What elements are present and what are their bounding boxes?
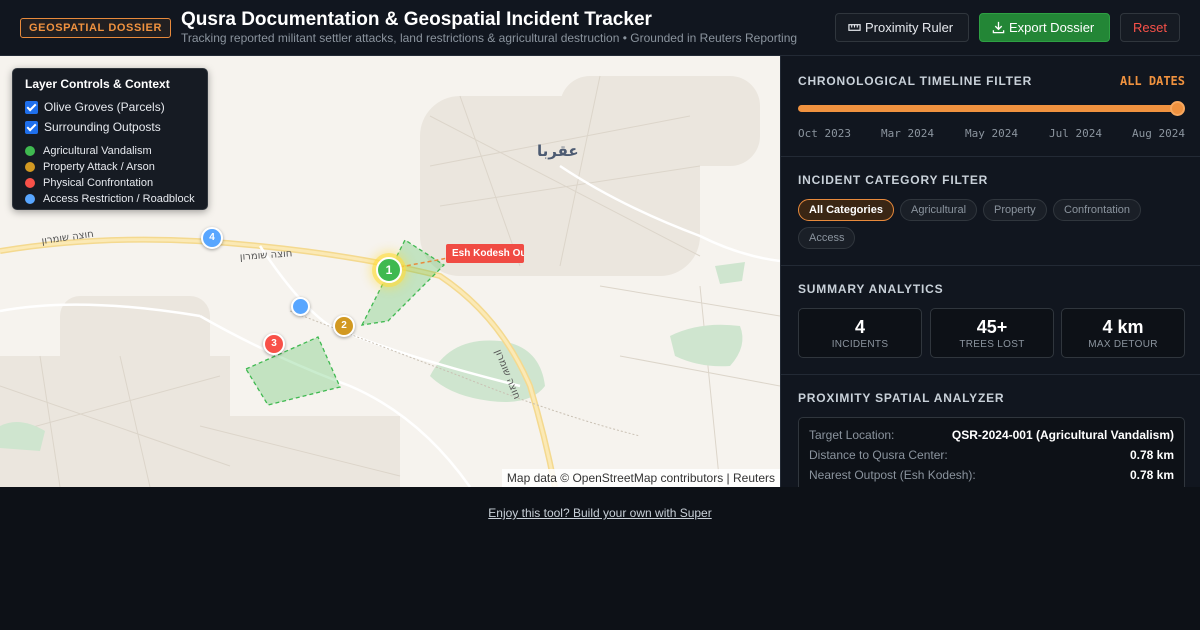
proximity-row: Nearest Outpost (Esh Kodesh): 0.78 km [809,466,1174,484]
map-legend: Agricultural Vandalism Property Attack /… [25,143,195,207]
incident-marker-2[interactable]: 2 [333,315,355,337]
timeline-tick: Jul 2024 [1049,127,1102,140]
chip-property[interactable]: Property [983,199,1047,221]
outposts-toggle[interactable]: Surrounding Outposts [25,117,195,137]
stat-value: 45+ [976,317,1008,337]
legend-item: Access Restriction / Roadblock [25,191,195,207]
map-attribution: Map data © OpenStreetMap contributors | … [501,469,780,487]
legend-dot-icon [25,178,35,188]
ruler-icon [848,24,861,31]
legend-item: Physical Confrontation [25,175,195,191]
category-title: INCIDENT CATEGORY FILTER [798,173,989,187]
proximity-value: QSR-2024-001 (Agricultural Vandalism) [951,428,1174,442]
timeline-tick: Aug 2024 [1132,127,1185,140]
incident-marker-1[interactable]: 1 [376,257,402,283]
reset-button[interactable]: Reset [1120,13,1180,42]
page-subtitle: Tracking reported militant settler attac… [181,31,798,45]
incident-marker-4[interactable]: 4 [201,227,223,249]
summary-title: SUMMARY ANALYTICS [798,282,944,296]
checkbox-icon[interactable] [25,100,38,114]
export-dossier-label: Export Dossier [1009,20,1095,35]
legend-dot-icon [25,194,35,204]
timeline-status: ALL DATES [1119,74,1185,88]
summary-section: SUMMARY ANALYTICS 4 INCIDENTS 45+ TREES … [781,266,1200,375]
proximity-section: PROXIMITY SPATIAL ANALYZER Target Locati… [781,375,1200,487]
page-title: Qusra Documentation & Geospatial Inciden… [181,9,652,30]
legend-label: Physical Confrontation [43,177,154,189]
proximity-title: PROXIMITY SPATIAL ANALYZER [798,391,1005,405]
incident-map[interactable]: عقربا חוצה שומרון חוצה שומרון חוצה שומרו… [0,56,780,487]
stat-card-trees: 45+ TREES LOST [930,308,1054,358]
legend-label: Agricultural Vandalism [43,145,152,157]
stat-card-detour: 4 km MAX DETOUR [1061,308,1185,358]
analysis-sidebar: CHRONOLOGICAL TIMELINE FILTER ALL DATES … [780,56,1200,487]
outpost-label[interactable]: Esh Kodesh Outpost [446,244,524,263]
timeline-filter-section: CHRONOLOGICAL TIMELINE FILTER ALL DATES … [781,56,1200,157]
legend-label: Access Restriction / Roadblock [43,193,195,205]
proximity-ruler-label: Proximity Ruler [865,20,954,35]
app-header: GEOSPATIAL DOSSIER Qusra Documentation &… [0,0,1200,56]
proximity-row: Target Location: QSR-2024-001 (Agricultu… [809,426,1174,444]
legend-dot-icon [25,146,35,156]
proximity-value: 0.78 km [1129,468,1174,482]
proximity-value: 0.78 km [1129,448,1174,462]
stat-value: 4 [854,317,865,337]
legend-dot-icon [25,162,35,172]
proximity-key: Target Location: [809,428,895,442]
town-label: عقربا [537,142,579,160]
timeline-title: CHRONOLOGICAL TIMELINE FILTER [798,74,1033,88]
proximity-row: Distance to Qusra Center: 0.78 km [809,446,1174,464]
chip-agricultural[interactable]: Agricultural [900,199,978,221]
footer: Enjoy this tool? Build your own with Sup… [0,506,1200,520]
timeline-tick: May 2024 [965,127,1018,140]
legend-label: Property Attack / Arson [43,161,155,173]
checkbox-icon[interactable] [25,120,38,134]
olive-groves-label: Olive Groves (Parcels) [44,100,165,114]
stat-label: MAX DETOUR [1088,339,1158,350]
proximity-ruler-button[interactable]: Proximity Ruler [835,13,969,42]
timeline-slider-thumb[interactable] [1170,101,1185,116]
incident-marker-3[interactable]: 3 [263,333,285,355]
proximity-results: Target Location: QSR-2024-001 (Agricultu… [798,417,1185,487]
stat-value: 4 km [1102,317,1144,337]
layer-panel-title: Layer Controls & Context [25,77,170,91]
access-marker[interactable] [291,297,310,316]
download-icon [992,21,1005,34]
proximity-key: Distance to Qusra Center: [809,448,948,462]
stat-label: INCIDENTS [831,339,889,350]
stat-label: TREES LOST [959,339,1025,350]
chip-all-categories[interactable]: All Categories [798,199,894,221]
build-your-own-link[interactable]: Enjoy this tool? Build your own with Sup… [488,506,711,520]
proximity-key: Nearest Outpost (Esh Kodesh): [809,468,976,482]
timeline-tick: Mar 2024 [881,127,934,140]
category-filter-section: INCIDENT CATEGORY FILTER All Categories … [781,157,1200,266]
chip-confrontation[interactable]: Confrontation [1053,199,1142,221]
outposts-label: Surrounding Outposts [44,120,161,134]
timeline-slider-track[interactable] [798,105,1178,112]
stat-card-incidents: 4 INCIDENTS [798,308,922,358]
dossier-badge: GEOSPATIAL DOSSIER [20,18,172,38]
timeline-tick: Oct 2023 [798,127,851,140]
chip-access[interactable]: Access [798,227,856,249]
legend-item: Agricultural Vandalism [25,143,195,159]
layer-controls-panel: Layer Controls & Context Olive Groves (P… [12,68,208,210]
olive-groves-toggle[interactable]: Olive Groves (Parcels) [25,97,195,117]
legend-item: Property Attack / Arson [25,159,195,175]
export-dossier-button[interactable]: Export Dossier [979,13,1110,42]
